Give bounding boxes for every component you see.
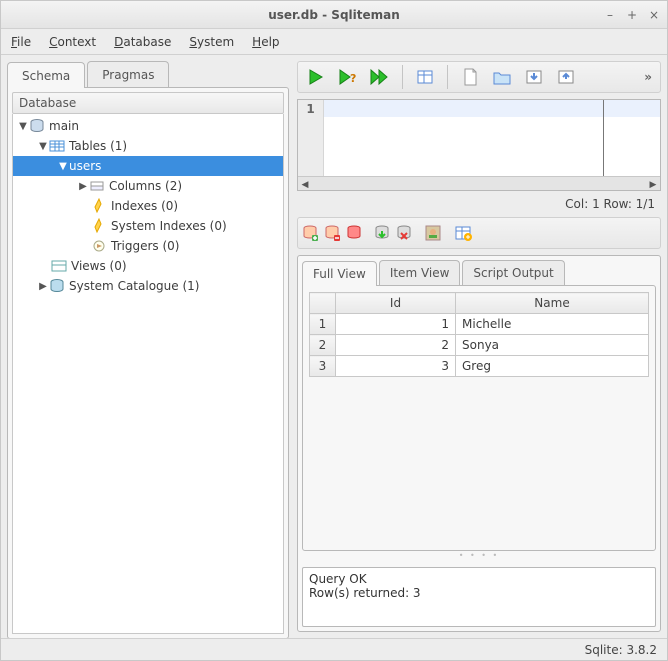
- window-title: user.db - Sqliteman: [268, 8, 400, 22]
- tree-label: Columns (2): [109, 179, 182, 193]
- scroll-right-icon[interactable]: ▶: [646, 178, 660, 192]
- tree-label: System Catalogue (1): [69, 279, 199, 293]
- cursor-status: Col: 1 Row: 1/1: [297, 193, 661, 213]
- remove-row-button[interactable]: [324, 223, 340, 243]
- tree-label: Views (0): [71, 259, 127, 273]
- run-button[interactable]: [302, 63, 330, 91]
- columns-icon: [89, 178, 105, 194]
- database-icon: [29, 118, 45, 134]
- splitter-handle[interactable]: • • • •: [302, 551, 656, 561]
- tree-body: ▼ main ▼ Tables (1) ▼: [12, 114, 284, 634]
- tree-label: main: [49, 119, 79, 133]
- export-button[interactable]: [454, 224, 472, 242]
- tab-schema[interactable]: Schema: [7, 62, 85, 88]
- left-panel: Schema Pragmas Database ▼ main ▼: [7, 61, 289, 632]
- tree-header[interactable]: Database: [12, 92, 284, 114]
- tree-label: Triggers (0): [111, 239, 179, 253]
- table-row[interactable]: 2 2 Sonya: [310, 335, 649, 356]
- main-window: user.db - Sqliteman – + × File Context D…: [0, 0, 668, 661]
- sql-gutter: 1: [298, 100, 324, 176]
- open-file-button[interactable]: [488, 63, 516, 91]
- run-explain-button[interactable]: ?: [334, 63, 362, 91]
- tab-item-view[interactable]: Item View: [379, 260, 461, 285]
- result-table[interactable]: Id Name 1 1 Michelle 2: [309, 292, 649, 377]
- tree-item-views[interactable]: Views (0): [13, 256, 283, 276]
- result-body: Id Name 1 1 Michelle 2: [302, 285, 656, 551]
- h-scrollbar[interactable]: ◀ ▶: [298, 176, 660, 190]
- menu-system[interactable]: System: [189, 35, 234, 49]
- save-button[interactable]: [520, 63, 548, 91]
- tree-item-main[interactable]: ▼ main: [13, 116, 283, 136]
- main-toolbar: ?: [297, 61, 661, 93]
- tree-item-users[interactable]: ▼ users: [13, 156, 283, 176]
- maximize-button[interactable]: +: [625, 8, 639, 22]
- views-icon: [51, 258, 67, 274]
- save-as-button[interactable]: [552, 63, 580, 91]
- table-row[interactable]: 3 3 Greg: [310, 356, 649, 377]
- sql-editor[interactable]: 1 ◀ ▶: [297, 99, 661, 191]
- blob-preview-button[interactable]: [424, 224, 442, 242]
- menu-database[interactable]: Database: [114, 35, 171, 49]
- commit-button[interactable]: [374, 223, 390, 243]
- tab-full-view[interactable]: Full View: [302, 261, 377, 286]
- message-line: Row(s) returned: 3: [309, 586, 649, 600]
- tab-pragmas[interactable]: Pragmas: [87, 61, 169, 87]
- tree-label: Indexes (0): [111, 199, 178, 213]
- scroll-left-icon[interactable]: ◀: [298, 178, 312, 192]
- right-panel: ?: [297, 61, 661, 632]
- statusbar: Sqlite: 3.8.2: [1, 638, 667, 660]
- tree-label: Tables (1): [69, 139, 127, 153]
- index-icon: [91, 218, 107, 234]
- tree-item-triggers[interactable]: Triggers (0): [13, 236, 283, 256]
- minimize-button[interactable]: –: [603, 8, 617, 22]
- table-icon: [49, 138, 65, 154]
- rollback-button[interactable]: [396, 223, 412, 243]
- index-icon: [91, 198, 107, 214]
- menubar: File Context Database System Help: [1, 29, 667, 55]
- line-number: 1: [298, 102, 323, 116]
- tab-script-output[interactable]: Script Output: [462, 260, 564, 285]
- toolbar-overflow[interactable]: »: [644, 70, 656, 84]
- menu-help[interactable]: Help: [252, 35, 279, 49]
- message-output: Query OK Row(s) returned: 3: [302, 567, 656, 627]
- tree-item-columns[interactable]: ▶ Columns (2): [13, 176, 283, 196]
- tree-item-indexes[interactable]: Indexes (0): [13, 196, 283, 216]
- menu-file[interactable]: File: [11, 35, 31, 49]
- tree-panel: Database ▼ main ▼ Tables (1): [7, 87, 289, 638]
- new-file-button[interactable]: [456, 63, 484, 91]
- sqlite-version: Sqlite: 3.8.2: [585, 643, 657, 657]
- truncate-button[interactable]: [346, 223, 362, 243]
- result-panel: Full View Item View Script Output Id Nam…: [297, 255, 661, 632]
- trigger-icon: [91, 238, 107, 254]
- col-id[interactable]: Id: [336, 293, 456, 314]
- table-row[interactable]: 1 1 Michelle: [310, 314, 649, 335]
- tree-item-tables[interactable]: ▼ Tables (1): [13, 136, 283, 156]
- tree-item-syscat[interactable]: ▶ System Catalogue (1): [13, 276, 283, 296]
- tree-item-sysindexes[interactable]: System Indexes (0): [13, 216, 283, 236]
- menu-context[interactable]: Context: [49, 35, 96, 49]
- create-view-button[interactable]: [411, 63, 439, 91]
- add-row-button[interactable]: [302, 223, 318, 243]
- close-button[interactable]: ×: [647, 8, 661, 22]
- run-script-button[interactable]: [366, 63, 394, 91]
- tree-label: System Indexes (0): [111, 219, 227, 233]
- svg-text:?: ?: [350, 72, 356, 85]
- catalogue-icon: [49, 278, 65, 294]
- message-line: Query OK: [309, 572, 649, 586]
- result-toolbar: [297, 217, 661, 249]
- col-name[interactable]: Name: [456, 293, 649, 314]
- tree-label: users: [69, 159, 101, 173]
- titlebar: user.db - Sqliteman – + ×: [1, 1, 667, 29]
